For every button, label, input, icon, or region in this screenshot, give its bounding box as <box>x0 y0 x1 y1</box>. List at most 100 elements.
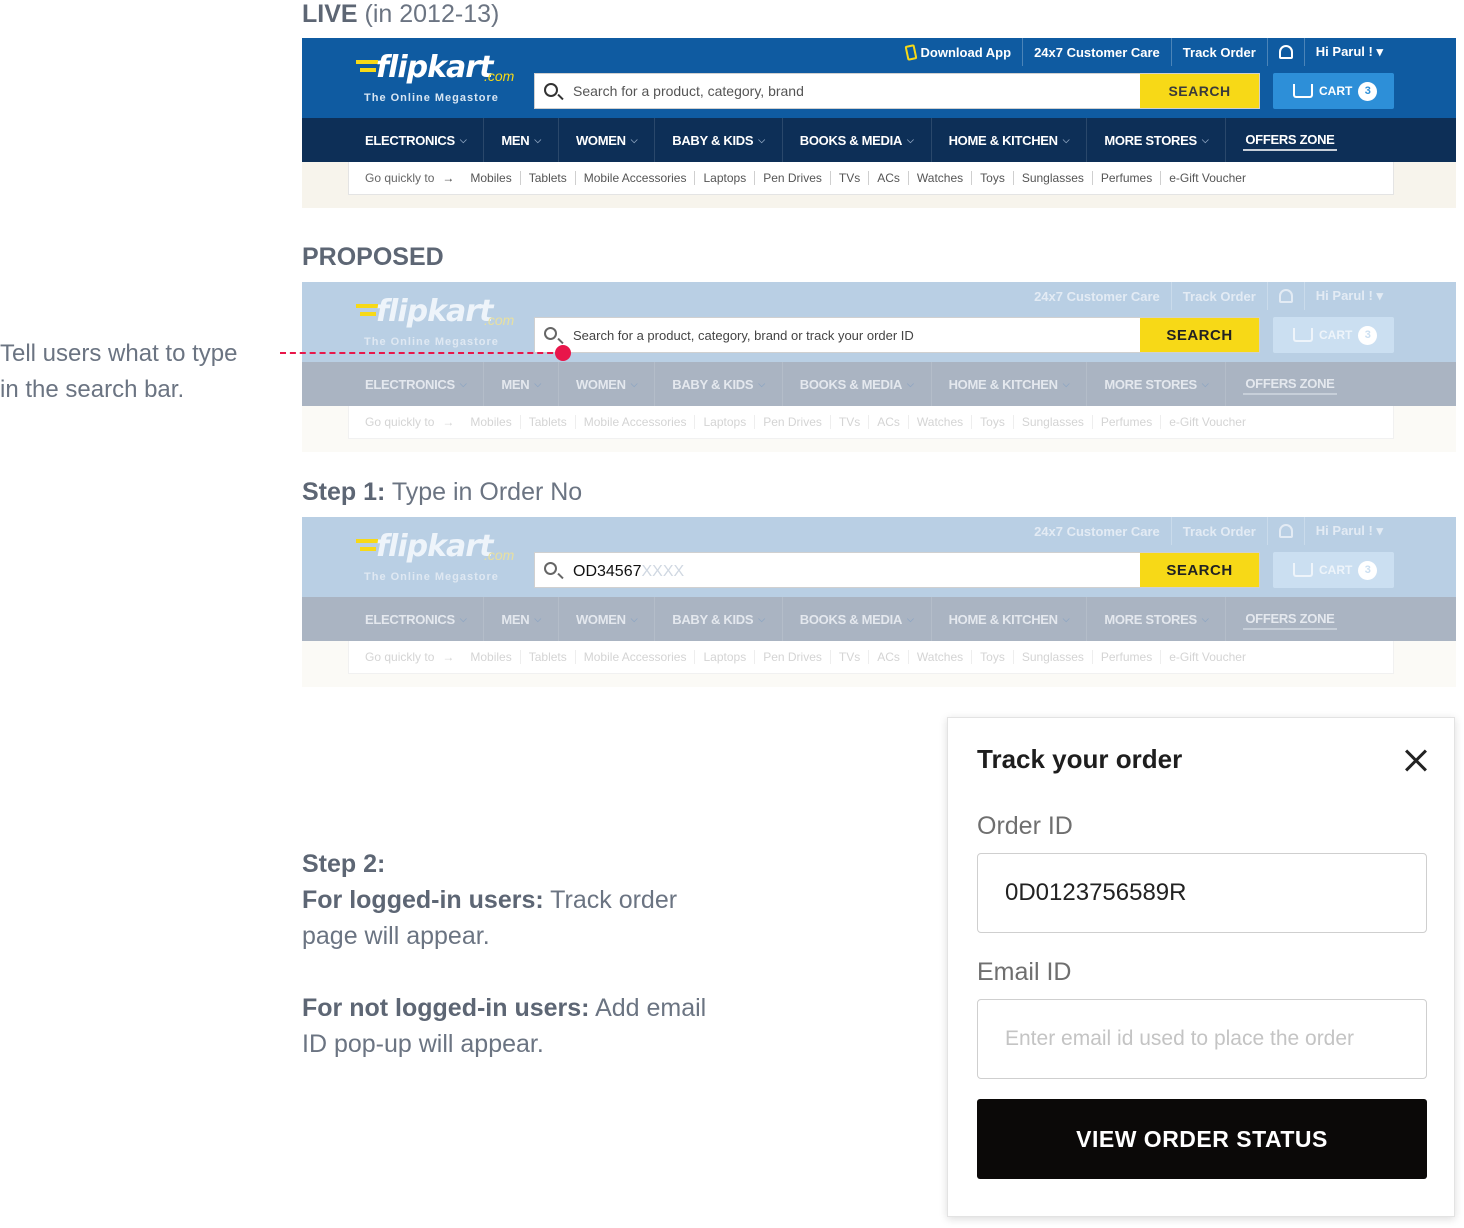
nav-item[interactable]: WOMEN ⌵ <box>559 362 656 406</box>
nav-item[interactable]: MEN ⌵ <box>484 597 559 641</box>
quick-link[interactable]: Toys <box>972 415 1014 429</box>
search-input[interactable]: Search for a product, category, brand or… <box>573 328 914 343</box>
search-input[interactable]: Search for a product, category, brand <box>573 83 804 99</box>
nav-item[interactable]: WOMEN ⌵ <box>559 597 656 641</box>
quick-link[interactable]: Watches <box>909 650 973 664</box>
close-icon[interactable] <box>1404 748 1428 772</box>
quick-link[interactable]: Perfumes <box>1093 171 1162 185</box>
arrow-right-icon: → <box>442 171 455 185</box>
nav-item[interactable]: WOMEN ⌵ <box>559 118 656 162</box>
track-order-link[interactable]: Track Order <box>1170 282 1267 310</box>
search-input[interactable]: OD34567XXXX <box>573 563 684 581</box>
top-links: 24x7 Customer Care Track Order Hi Parul … <box>1023 517 1394 545</box>
quick-link[interactable]: Watches <box>909 415 973 429</box>
quick-link[interactable]: e-Gift Voucher <box>1161 650 1254 664</box>
quick-link[interactable]: e-Gift Voucher <box>1161 171 1254 185</box>
cart-button[interactable]: CART 3 <box>1273 73 1394 109</box>
nav-item[interactable]: MORE STORES ⌵ <box>1087 118 1227 162</box>
quick-link[interactable]: e-Gift Voucher <box>1161 415 1254 429</box>
nav-offers-zone[interactable]: OFFERS ZONE <box>1243 129 1337 151</box>
quick-link[interactable]: Toys <box>972 171 1014 185</box>
quick-link[interactable]: Mobile Accessories <box>576 171 696 185</box>
quick-link[interactable]: Pen Drives <box>755 415 831 429</box>
nav-item[interactable]: BOOKS & MEDIA ⌵ <box>783 362 932 406</box>
quick-link[interactable]: TVs <box>831 171 870 185</box>
quick-link[interactable]: Perfumes <box>1093 415 1162 429</box>
quick-link[interactable]: Mobiles <box>462 650 521 664</box>
search-button[interactable]: SEARCH <box>1140 553 1259 587</box>
customer-care-link[interactable]: 24x7 Customer Care <box>1023 517 1171 545</box>
quick-link[interactable]: Sunglasses <box>1014 171 1093 185</box>
search-button[interactable]: SEARCH <box>1140 318 1259 352</box>
nav-item[interactable]: MORE STORES ⌵ <box>1087 597 1227 641</box>
quick-link[interactable]: Watches <box>909 171 973 185</box>
flipkart-logo[interactable]: flipkart .com The Online Megastore <box>354 294 524 354</box>
logo-mark <box>356 304 378 308</box>
search-bar[interactable]: OD34567XXXX SEARCH <box>534 552 1260 588</box>
chevron-down-icon: ⌵ <box>1062 378 1070 389</box>
nav-item[interactable]: BABY & KIDS ⌵ <box>655 362 783 406</box>
quick-link[interactable]: TVs <box>831 650 870 664</box>
notifications-button[interactable] <box>1266 517 1304 545</box>
step2-description: Step 2: For logged-in users: Track order… <box>302 846 722 1098</box>
quick-link[interactable]: Laptops <box>695 650 756 664</box>
quick-link[interactable]: ACs <box>869 171 909 185</box>
nav-item[interactable]: BOOKS & MEDIA ⌵ <box>783 597 932 641</box>
user-menu[interactable]: Hi Parul ! ▾ <box>1303 517 1394 545</box>
cart-count-badge: 3 <box>1358 81 1378 101</box>
nav-item[interactable]: HOME & KITCHEN ⌵ <box>932 118 1088 162</box>
notifications-button[interactable] <box>1266 38 1304 66</box>
quick-link[interactable]: ACs <box>869 650 909 664</box>
chevron-down-icon: ⌵ <box>907 378 914 389</box>
quick-link[interactable]: Laptops <box>695 415 756 429</box>
nav-item[interactable]: HOME & KITCHEN ⌵ <box>932 362 1088 406</box>
search-button[interactable]: SEARCH <box>1140 74 1259 108</box>
user-menu[interactable]: Hi Parul ! ▾ <box>1303 38 1394 66</box>
quick-link[interactable]: Mobile Accessories <box>576 650 696 664</box>
flipkart-logo[interactable]: flipkart .com The Online Megastore <box>354 529 524 589</box>
download-app-link[interactable]: Download App <box>895 38 1023 66</box>
quick-link[interactable]: Mobiles <box>462 171 521 185</box>
quick-link[interactable]: Laptops <box>695 171 756 185</box>
cart-button[interactable]: CART 3 <box>1273 317 1394 353</box>
nav-item[interactable]: ELECTRONICS ⌵ <box>348 118 485 162</box>
nav-item[interactable]: ELECTRONICS ⌵ <box>348 362 485 406</box>
quick-link[interactable]: Pen Drives <box>755 650 831 664</box>
nav-item[interactable]: HOME & KITCHEN ⌵ <box>932 597 1088 641</box>
flipkart-logo[interactable]: flipkart .com The Online Megastore <box>354 50 524 110</box>
quick-link[interactable]: Sunglasses <box>1014 650 1093 664</box>
quick-link[interactable]: Mobiles <box>462 415 521 429</box>
logo-word: flipkart <box>376 294 493 329</box>
quick-link[interactable]: ACs <box>869 415 909 429</box>
nav-item[interactable]: BOOKS & MEDIA ⌵ <box>783 118 932 162</box>
nav-item[interactable]: BABY & KIDS ⌵ <box>655 118 783 162</box>
quick-link[interactable]: Perfumes <box>1093 650 1162 664</box>
nav-item[interactable]: MEN ⌵ <box>484 362 559 406</box>
quick-link[interactable]: Sunglasses <box>1014 415 1093 429</box>
email-field[interactable]: Enter email id used to place the order <box>977 999 1427 1079</box>
view-order-status-button[interactable]: VIEW ORDER STATUS <box>977 1099 1427 1179</box>
quick-link[interactable]: TVs <box>831 415 870 429</box>
search-bar[interactable]: Search for a product, category, brand SE… <box>534 73 1260 109</box>
track-order-link[interactable]: Track Order <box>1170 517 1267 545</box>
order-id-field[interactable]: 0D0123756589R <box>977 853 1427 933</box>
cart-button[interactable]: CART 3 <box>1273 552 1394 588</box>
quick-link[interactable]: Tablets <box>521 650 576 664</box>
customer-care-link[interactable]: 24x7 Customer Care <box>1022 38 1171 66</box>
nav-item[interactable]: MEN ⌵ <box>484 118 559 162</box>
track-order-link[interactable]: Track Order <box>1170 38 1267 66</box>
nav-item[interactable]: ELECTRONICS ⌵ <box>348 597 485 641</box>
quick-link[interactable]: Toys <box>972 650 1014 664</box>
nav-offers-zone[interactable]: OFFERS ZONE <box>1243 373 1337 395</box>
customer-care-link[interactable]: 24x7 Customer Care <box>1023 282 1171 310</box>
nav-item[interactable]: BABY & KIDS ⌵ <box>655 597 783 641</box>
notifications-button[interactable] <box>1266 282 1304 310</box>
nav-item[interactable]: MORE STORES ⌵ <box>1087 362 1227 406</box>
user-menu[interactable]: Hi Parul ! ▾ <box>1303 282 1394 310</box>
quick-link[interactable]: Tablets <box>521 415 576 429</box>
quick-link[interactable]: Pen Drives <box>755 171 831 185</box>
nav-offers-zone[interactable]: OFFERS ZONE <box>1243 608 1337 630</box>
quick-link[interactable]: Mobile Accessories <box>576 415 696 429</box>
quick-link[interactable]: Tablets <box>521 171 576 185</box>
search-bar[interactable]: Search for a product, category, brand or… <box>534 317 1260 353</box>
